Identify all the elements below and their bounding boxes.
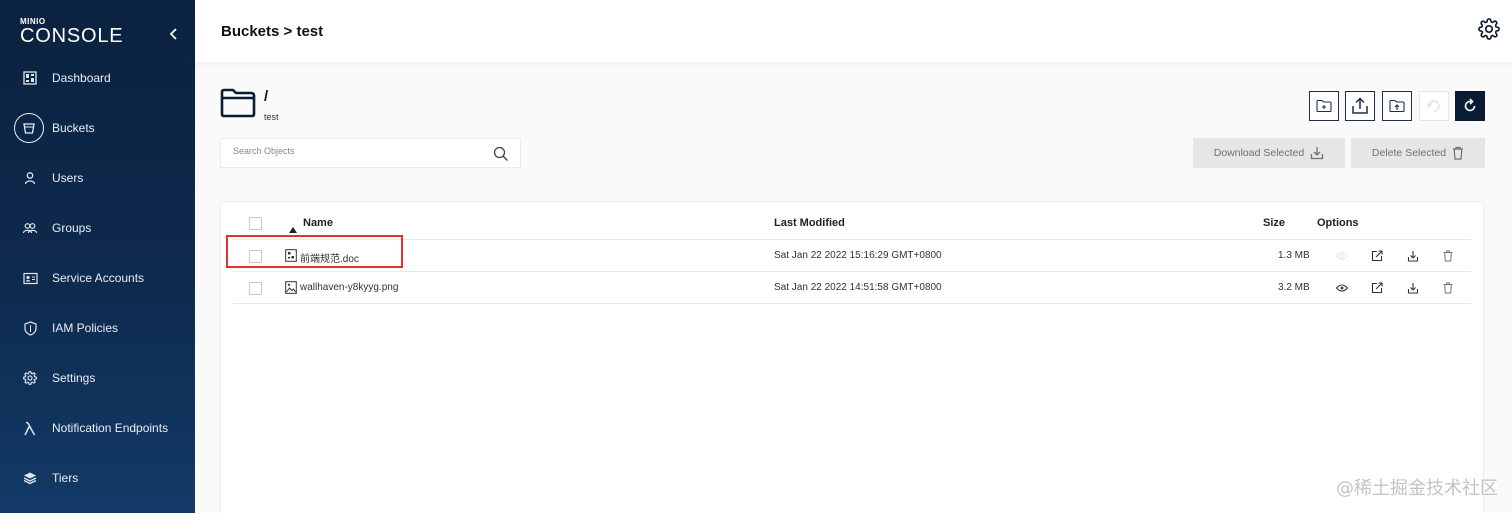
sidebar-item-label: Service Accounts: [52, 271, 145, 285]
sidebar-item-label: Tiers: [52, 471, 79, 485]
sidebar-item-dashboard[interactable]: Dashboard: [0, 58, 195, 98]
sidebar-item-notification-endpoints[interactable]: Notification Endpoints: [0, 408, 195, 448]
collapse-sidebar-button[interactable]: [166, 25, 182, 43]
column-name-header[interactable]: Name: [303, 217, 333, 229]
rewind-button[interactable]: [1419, 91, 1449, 121]
gear-icon: [20, 368, 40, 388]
download-selected-button[interactable]: Download Selected: [1193, 138, 1345, 168]
row-checkbox[interactable]: [249, 282, 262, 295]
folder-plus-icon: [1316, 99, 1332, 113]
breadcrumb[interactable]: Buckets > test: [221, 23, 323, 40]
top-header: Buckets > test: [195, 0, 1512, 62]
history-icon: [1426, 100, 1440, 112]
upload-file-button[interactable]: [1345, 91, 1375, 121]
last-modified: Sat Jan 22 2022 15:16:29 GMT+0800: [774, 250, 942, 261]
preview-icon[interactable]: [1335, 249, 1349, 263]
download-icon: [1311, 147, 1324, 160]
refresh-icon: [1464, 98, 1476, 112]
layers-icon: [20, 468, 40, 488]
shield-icon: [20, 318, 40, 338]
download-icon[interactable]: [1406, 249, 1420, 263]
search-icon[interactable]: [493, 146, 509, 162]
sidebar-item-label: Notification Endpoints: [52, 421, 169, 435]
share-icon[interactable]: [1370, 281, 1384, 295]
last-modified: Sat Jan 22 2022 14:51:58 GMT+0800: [774, 282, 942, 293]
refresh-button[interactable]: [1455, 91, 1485, 121]
upload-folder-button[interactable]: [1382, 91, 1412, 121]
settings-button[interactable]: [1478, 18, 1502, 42]
table-row[interactable]: 前端规范.doc Sat Jan 22 2022 15:16:29 GMT+08…: [233, 240, 1471, 272]
sidebar-item-tiers[interactable]: Tiers: [0, 458, 195, 498]
folder-icon: [220, 87, 256, 119]
gear-icon: [1478, 18, 1500, 40]
share-icon[interactable]: [1370, 249, 1384, 263]
sidebar-item-label: Groups: [52, 221, 92, 235]
preview-icon[interactable]: [1335, 281, 1349, 295]
annotation-highlight-box: [226, 235, 403, 268]
sidebar-item-service-accounts[interactable]: Service Accounts: [0, 258, 195, 298]
current-path: /: [264, 88, 269, 105]
sidebar-item-settings[interactable]: Settings: [0, 358, 195, 398]
objects-table: Name Last Modified Size Options 前端规范.doc…: [220, 201, 1484, 513]
delete-icon[interactable]: [1441, 281, 1455, 295]
download-icon[interactable]: [1406, 281, 1420, 295]
user-icon: [20, 168, 40, 188]
groups-icon: [20, 218, 40, 238]
bucket-icon: [14, 113, 44, 143]
delete-selected-button[interactable]: Delete Selected: [1351, 138, 1485, 168]
delete-icon[interactable]: [1441, 249, 1455, 263]
sidebar-item-label: IAM Policies: [52, 321, 119, 335]
sidebar-item-label: Buckets: [52, 121, 95, 135]
logo-big-text: CONSOLE: [20, 25, 124, 47]
trash-icon: [1453, 146, 1464, 160]
lambda-icon: [20, 418, 40, 438]
watermark: @稀土掘金技术社区: [1336, 478, 1498, 499]
search-objects-box: [220, 138, 521, 168]
create-folder-button[interactable]: [1309, 91, 1339, 121]
sidebar-item-label: Dashboard: [52, 71, 111, 85]
sidebar-item-groups[interactable]: Groups: [0, 208, 195, 248]
minio-console-logo[interactable]: MINIO CONSOLE: [20, 17, 160, 47]
column-last-modified-header[interactable]: Last Modified: [774, 217, 845, 229]
chevron-left-icon: [169, 28, 177, 40]
bucket-name: test: [264, 112, 279, 122]
select-all-checkbox[interactable]: [249, 217, 262, 230]
id-card-icon: [20, 268, 40, 288]
upload-icon: [1352, 97, 1368, 114]
table-row[interactable]: wallhaven-y8kyyg.png Sat Jan 22 2022 14:…: [233, 272, 1471, 304]
sidebar: MINIO CONSOLE Dashboard Buckets Users Gr…: [0, 0, 195, 513]
delete-selected-label: Delete Selected: [1371, 147, 1447, 159]
sidebar-item-users[interactable]: Users: [0, 158, 195, 198]
column-options-header: Options: [1317, 217, 1359, 229]
download-selected-label: Download Selected: [1213, 147, 1305, 159]
file-size: 3.2 MB: [1278, 282, 1310, 293]
search-input[interactable]: [233, 146, 483, 156]
sidebar-item-iam-policies[interactable]: IAM Policies: [0, 308, 195, 348]
sidebar-item-buckets[interactable]: Buckets: [0, 108, 195, 148]
file-name[interactable]: wallhaven-y8kyyg.png: [300, 282, 398, 293]
table-header: Name Last Modified Size Options: [233, 202, 1471, 240]
dashboard-icon: [20, 68, 40, 88]
folder-upload-icon: [1389, 99, 1405, 113]
image-file-icon: [285, 281, 297, 294]
column-size-header[interactable]: Size: [1263, 217, 1285, 229]
file-size: 1.3 MB: [1278, 250, 1310, 261]
sidebar-item-label: Settings: [52, 371, 96, 385]
sidebar-item-label: Users: [52, 171, 84, 185]
